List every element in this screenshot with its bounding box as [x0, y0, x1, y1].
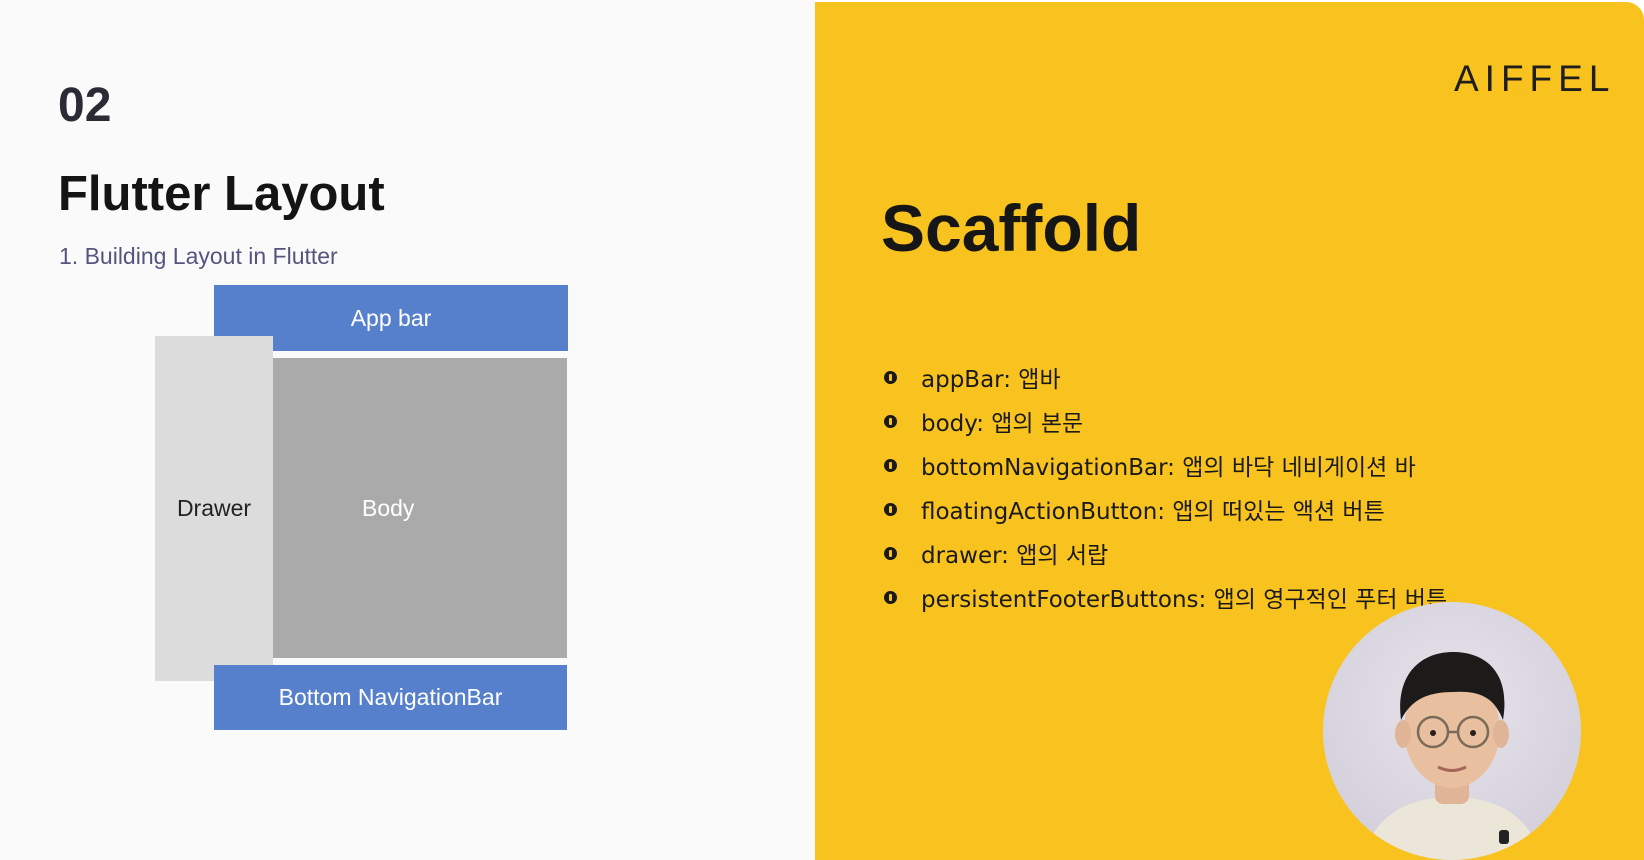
section-number: 02	[58, 79, 112, 132]
list-item-text: body: 앱의 본문	[921, 411, 1084, 437]
presenter-avatar-icon	[1363, 652, 1541, 860]
circle-bullet-icon	[884, 546, 897, 560]
list-item: bottomNavigationBar: 앱의 바닥 네비게이션 바	[882, 443, 1447, 487]
scaffold-property-list: appBar: 앱바 body: 앱의 본문 bottomNavigationB…	[882, 355, 1447, 619]
list-item-text: floatingActionButton: 앱의 떠있는 액션 버튼	[921, 499, 1385, 525]
diagram-body-label: Body	[362, 494, 415, 521]
list-item: floatingActionButton: 앱의 떠있는 액션 버튼	[882, 487, 1447, 531]
list-item: body: 앱의 본문	[882, 399, 1447, 443]
scaffold-title: Scaffold	[881, 191, 1142, 265]
presenter-video	[1323, 602, 1581, 860]
diagram-drawer-label: Drawer	[176, 495, 252, 521]
slide: 02 Flutter Layout 1. Building Layout in …	[0, 0, 1644, 860]
diagram-body: Body	[266, 358, 567, 658]
diagram-bottom-nav-label: Bottom NavigationBar	[278, 684, 503, 710]
circle-bullet-icon	[884, 502, 897, 516]
diagram-bottom-nav: Bottom NavigationBar	[214, 665, 567, 730]
list-item: appBar: 앱바	[882, 355, 1447, 399]
subtitle: 1. Building Layout in Flutter	[59, 243, 338, 269]
left-panel: 02 Flutter Layout 1. Building Layout in …	[0, 0, 815, 860]
list-item: drawer: 앱의 서랍	[882, 531, 1447, 575]
section-title: Flutter Layout	[58, 167, 385, 221]
list-item-text: appBar: 앱바	[921, 367, 1061, 393]
list-item-text: drawer: 앱의 서랍	[921, 543, 1109, 569]
list-item-text: bottomNavigationBar: 앱의 바닥 네비게이션 바	[921, 455, 1416, 481]
circle-bullet-icon	[884, 414, 897, 428]
aiffel-logo: AIFFEL	[1454, 58, 1616, 99]
diagram-app-bar-label: App bar	[350, 304, 432, 331]
circle-bullet-icon	[884, 458, 897, 472]
circle-bullet-icon	[884, 590, 897, 604]
list-item: persistentFooterButtons: 앱의 영구적인 푸터 버튼	[882, 575, 1447, 619]
diagram-drawer: Drawer	[155, 336, 273, 681]
circle-bullet-icon	[884, 370, 897, 384]
list-item-text: persistentFooterButtons: 앱의 영구적인 푸터 버튼	[921, 587, 1448, 613]
